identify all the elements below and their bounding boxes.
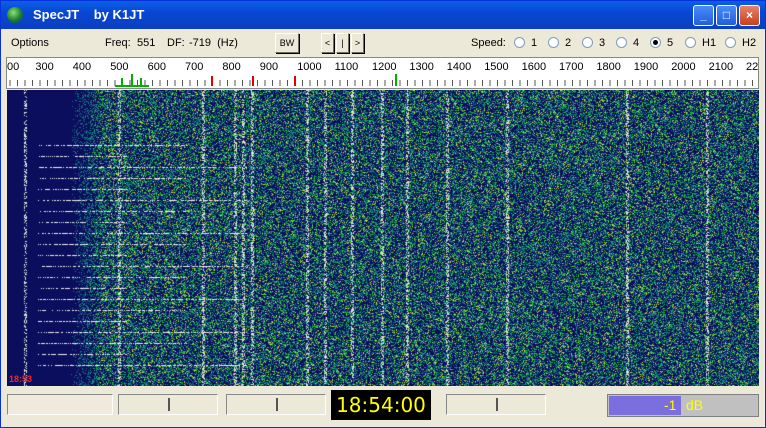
title-bar[interactable]: SpecJT by K1JT _ □ × (1, 1, 765, 29)
maximize-button[interactable]: □ (716, 5, 737, 26)
slider-2[interactable] (226, 394, 326, 415)
speed-option-label: H2 (742, 37, 757, 49)
speed-radio-4[interactable] (616, 37, 627, 48)
speed-option-label: 2 (565, 37, 572, 49)
slider-2-thumb[interactable] (276, 398, 278, 411)
slider-3[interactable] (446, 394, 546, 415)
ruler-tick-label: 220 (746, 61, 759, 73)
speed-radio-h1[interactable] (685, 37, 696, 48)
ruler-tick-label: 1200 (372, 61, 396, 73)
speed-option-label: 4 (633, 37, 640, 49)
waterfall-spectrum (7, 90, 759, 386)
ruler-tick-label: 1000 (297, 61, 321, 73)
ruler-tick-label: 400 (73, 61, 91, 73)
nav-left-button[interactable]: < (321, 33, 334, 53)
speed-option-label: H1 (702, 37, 717, 49)
waterfall-display[interactable]: 18:53 (7, 90, 759, 386)
ruler-tick-label: 2100 (709, 61, 733, 73)
ruler-tick-label: 800 (222, 61, 240, 73)
ruler-tick-label: 2000 (671, 61, 695, 73)
nav-right-button[interactable]: > (351, 33, 364, 53)
speed-label: Speed: (471, 37, 506, 49)
clock-display: 18:54:00 (331, 390, 431, 420)
nav-center-button[interactable]: | (336, 33, 349, 53)
ruler-tick-label: 1600 (522, 61, 546, 73)
ruler-tick-label: 700 (185, 61, 203, 73)
freq-value: 551 (137, 37, 156, 49)
speed-radio-1[interactable] (514, 37, 525, 48)
df-label: DF: (167, 37, 185, 49)
ruler-tick-label: 900 (260, 61, 278, 73)
ruler-tick-label: 1400 (447, 61, 471, 73)
ruler-ticks: 00 300 400 500 600 700 800 900 1000 1100 1200 1300 1… (7, 61, 759, 87)
ruler-tick-label: 1700 (559, 61, 583, 73)
specjt-window: SpecJT by K1JT _ □ × Options Freq: 551 D… (0, 0, 766, 428)
waterfall-timestamp: 18:53 (9, 374, 33, 384)
ruler-tick-label: 1800 (596, 61, 620, 73)
globe-icon[interactable] (7, 7, 23, 23)
speed-radio-2[interactable] (548, 37, 559, 48)
df-value: -719 (Hz) (189, 37, 238, 49)
signal-level-value: -1 (664, 397, 677, 413)
speed-option-label: 3 (599, 37, 606, 49)
freq-label: Freq: (105, 37, 131, 49)
ruler-tick-label: 600 (148, 61, 166, 73)
window-title: SpecJT by K1JT (33, 7, 145, 22)
speed-radio-5[interactable] (650, 37, 661, 48)
ruler-tick-label: 00 (7, 61, 19, 73)
signal-level-meter: -1 dB (607, 394, 759, 417)
speed-radio-3[interactable] (582, 37, 593, 48)
signal-level-unit: dB (686, 397, 704, 413)
ruler-tick-label: 1500 (484, 61, 508, 73)
slider-1-thumb[interactable] (168, 398, 170, 411)
ruler-tick-label: 1900 (634, 61, 658, 73)
speed-option-label: 5 (667, 37, 674, 49)
minimize-button[interactable]: _ (693, 5, 714, 26)
slider-3-thumb[interactable] (496, 398, 498, 411)
frequency-ruler[interactable]: 00 300 400 500 600 700 800 900 1000 1100 1200 1300 1… (6, 57, 759, 89)
status-panel-1 (7, 394, 113, 415)
bw-button[interactable]: BW (275, 33, 299, 53)
speed-option-label: 1 (531, 37, 538, 49)
speed-radio-h2[interactable] (725, 37, 736, 48)
options-menu[interactable]: Options (11, 37, 49, 49)
ruler-tick-label: 500 (110, 61, 128, 73)
ruler-tick-label: 1300 (409, 61, 433, 73)
ruler-tick-label: 300 (35, 61, 53, 73)
ruler-tick-label: 1100 (335, 61, 359, 73)
close-button[interactable]: × (739, 5, 760, 26)
slider-1[interactable] (118, 394, 218, 415)
